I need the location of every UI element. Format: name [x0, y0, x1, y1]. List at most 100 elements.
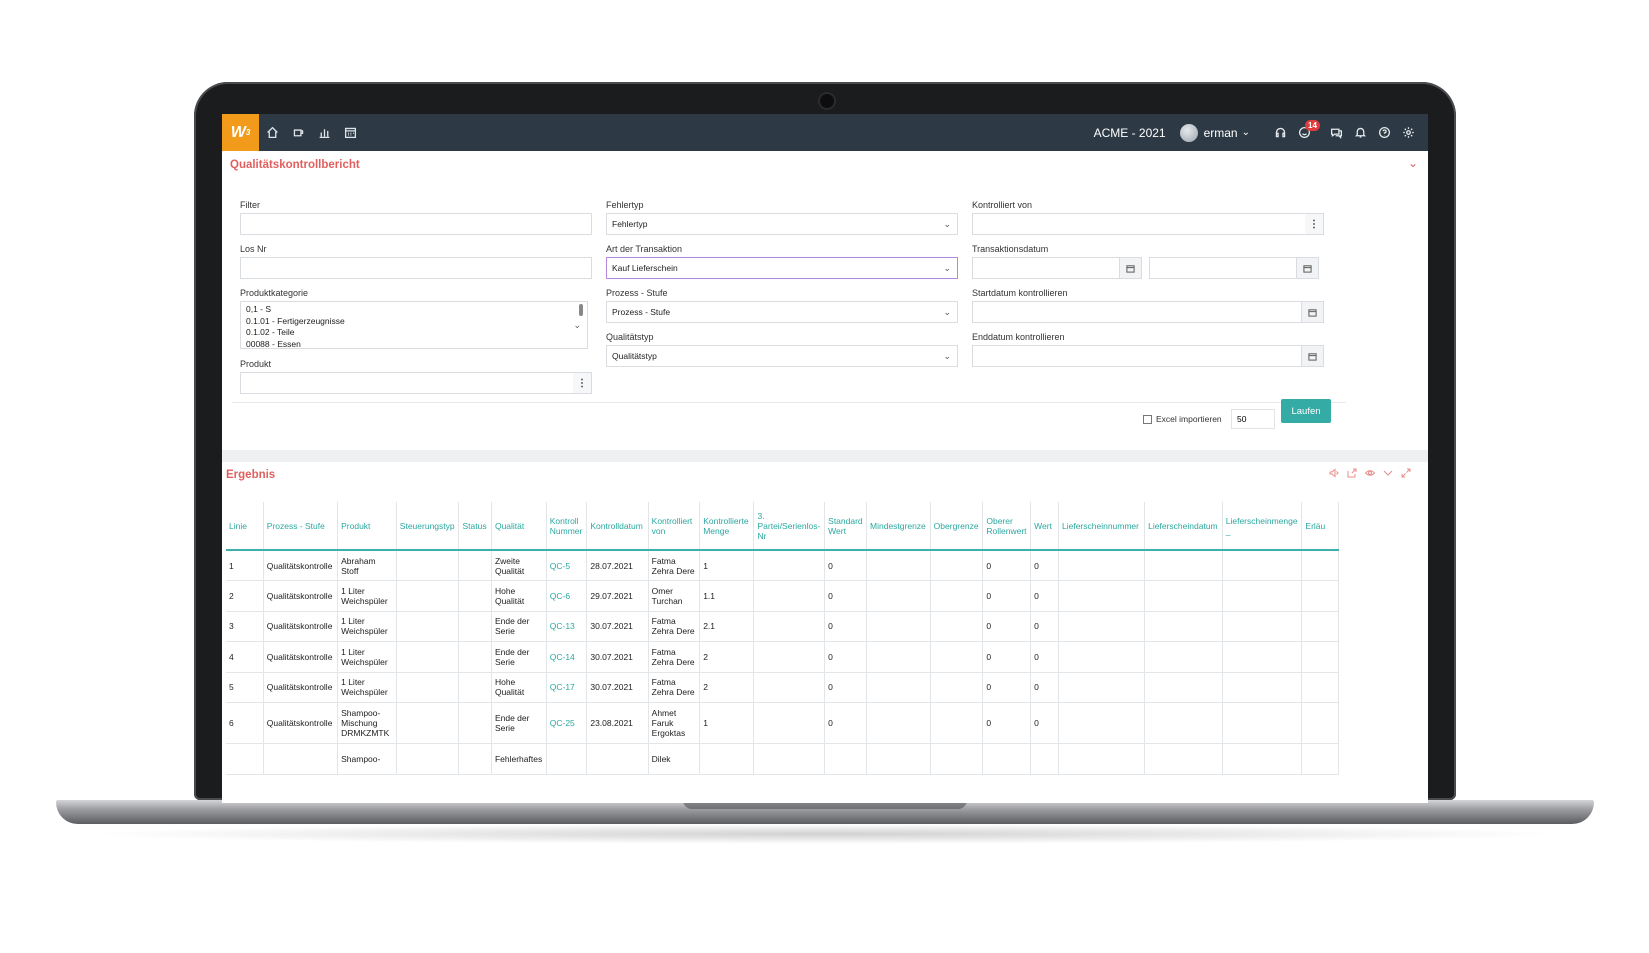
chat-icon[interactable]	[1324, 114, 1348, 151]
column-header[interactable]: Produkt	[337, 502, 397, 551]
collapse-icon[interactable]: ⌄	[1408, 156, 1418, 170]
user-menu[interactable]: erman	[1204, 126, 1238, 140]
expand-icon[interactable]	[1397, 468, 1415, 478]
los-nr-input[interactable]	[240, 257, 592, 279]
column-header[interactable]: 3. Partei/Serienlos-Nr	[753, 502, 826, 551]
excel-import-checkbox[interactable]: Excel importieren	[1143, 414, 1222, 424]
column-header[interactable]: Lieferscheinnummer	[1058, 502, 1146, 551]
calendar-icon[interactable]	[337, 114, 363, 151]
table-row[interactable]: 4 Qualitätskontrolle 1 Liter Weichspüler En…	[226, 641, 1339, 673]
column-header[interactable]: Mindestgrenze	[866, 502, 931, 551]
table-cell: 0	[982, 641, 1032, 673]
column-header[interactable]: Prozess - Stufe	[263, 502, 339, 551]
column-header[interactable]: Kontrolldatum	[586, 502, 649, 551]
startdatum-input[interactable]	[972, 301, 1324, 323]
company-selector[interactable]: ACME - 2021	[1094, 126, 1166, 140]
chevron-down-icon[interactable]: ⌄	[1242, 127, 1250, 138]
calendar-icon[interactable]	[1301, 346, 1323, 366]
speaker-icon[interactable]	[1325, 468, 1343, 478]
table-row[interactable]: Shampoo- Fehlerhaftes Dilek	[226, 743, 1339, 775]
control-number-link[interactable]	[546, 743, 588, 775]
list-item[interactable]: 0.1.02 - Teile	[246, 327, 582, 339]
art-der-transaktion-select[interactable]: Kauf Lieferschein ⌄	[606, 257, 958, 279]
produktkategorie-listbox[interactable]: 0,1 - S 0.1.01 - Fertigerzeugnisse 0.1.0…	[240, 301, 588, 349]
table-cell	[1222, 672, 1303, 703]
control-number-link[interactable]: QC-13	[546, 611, 588, 642]
result-table-wrapper[interactable]: Linie Prozess - Stufe Produkt Steuerungs…	[226, 502, 1339, 803]
calendar-icon[interactable]	[1296, 258, 1318, 278]
table-cell	[1222, 743, 1303, 775]
chevron-down-icon[interactable]	[1379, 468, 1397, 478]
more-options-icon[interactable]: ⋮	[1305, 214, 1323, 234]
avatar[interactable]	[1179, 123, 1198, 142]
table-row[interactable]: 5 Qualitätskontrolle 1 Liter Weichspüler Ho…	[226, 672, 1339, 703]
eye-icon[interactable]	[1361, 468, 1379, 478]
qualitaetstyp-select[interactable]: Qualitätstyp ⌄	[606, 345, 958, 367]
produkt-input[interactable]: ⋮	[240, 372, 592, 394]
column-header[interactable]: Steuerungstyp	[396, 502, 460, 551]
column-header[interactable]: Oberer Rollenwert	[982, 502, 1032, 551]
table-cell: 4	[226, 641, 264, 673]
transaktionsdatum-to[interactable]	[1149, 257, 1319, 279]
column-header[interactable]: Erläu	[1301, 502, 1339, 551]
export-icon[interactable]	[1343, 468, 1361, 478]
list-item[interactable]: 0,1 - S	[246, 304, 582, 316]
control-number-link[interactable]: QC-25	[546, 702, 588, 744]
kontrolliert-von-input[interactable]: ⋮	[972, 213, 1324, 235]
table-cell	[1144, 641, 1223, 673]
run-button[interactable]: Laufen	[1281, 399, 1331, 423]
table-cell: Hohe Qualität	[491, 672, 547, 703]
scrollbar[interactable]	[579, 304, 583, 316]
column-header[interactable]: Standard Wert	[824, 502, 868, 551]
table-row[interactable]: 1 Qualitätskontrolle Abraham Stoff Zweite Q…	[226, 550, 1339, 581]
control-number-link[interactable]: QC-5	[546, 550, 588, 581]
enddatum-input[interactable]	[972, 345, 1324, 367]
transaktionsdatum-from[interactable]	[972, 257, 1142, 279]
list-item[interactable]: 00088 - Essen	[246, 339, 582, 351]
column-header[interactable]: Status	[458, 502, 492, 551]
table-cell: Hohe Qualität	[491, 580, 547, 612]
table-cell: 0	[1030, 672, 1059, 703]
column-header[interactable]: Kontrolliert von	[648, 502, 701, 551]
control-number-link[interactable]: QC-14	[546, 641, 588, 673]
table-row[interactable]: 2 Qualitätskontrolle 1 Liter Weichspüler Ho…	[226, 580, 1339, 612]
coffee-icon[interactable]	[285, 114, 311, 151]
more-options-icon[interactable]: ⋮	[573, 373, 591, 393]
table-row[interactable]: 3 Qualitätskontrolle 1 Liter Weichspüler En…	[226, 611, 1339, 642]
gear-icon[interactable]	[1396, 114, 1420, 151]
row-count-input[interactable]: 50	[1231, 409, 1275, 429]
fehlertyp-select[interactable]: Fehlertyp ⌄	[606, 213, 958, 235]
filter-input[interactable]	[240, 213, 592, 235]
prozess-stufe-select[interactable]: Prozess - Stufe ⌄	[606, 301, 958, 323]
table-cell: Ende der Serie	[491, 611, 547, 642]
app-logo[interactable]: W3	[222, 114, 259, 151]
calendar-icon[interactable]	[1301, 302, 1323, 322]
control-number-link[interactable]: QC-17	[546, 672, 588, 703]
table-row[interactable]: 6 Qualitätskontrolle Shampoo-Mischung DRMK…	[226, 702, 1339, 744]
checkbox[interactable]	[1143, 414, 1152, 424]
table-cell	[753, 702, 826, 744]
smiley-icon[interactable]: 14	[1292, 114, 1320, 151]
column-header[interactable]: Wert	[1030, 502, 1059, 551]
column-header[interactable]: Obergrenze	[930, 502, 984, 551]
chevron-down-icon[interactable]: ⌄	[573, 320, 581, 332]
table-cell	[1144, 550, 1223, 581]
table-cell	[753, 550, 826, 581]
column-header[interactable]: Linie	[226, 502, 264, 551]
help-icon[interactable]	[1372, 114, 1396, 151]
column-header[interactable]: Lieferscheindatum	[1144, 502, 1223, 551]
bell-icon[interactable]	[1348, 114, 1372, 151]
calendar-icon[interactable]	[1119, 258, 1141, 278]
home-icon[interactable]	[259, 114, 285, 151]
bar-chart-icon[interactable]	[311, 114, 337, 151]
column-header[interactable]: Kontrollierte Menge	[699, 502, 755, 551]
headset-icon[interactable]	[1268, 114, 1292, 151]
list-item[interactable]: 0.1.01 - Fertigerzeugnisse	[246, 316, 582, 328]
table-cell: 28.07.2021	[586, 550, 649, 581]
column-header[interactable]: Qualität	[491, 502, 547, 551]
column-header[interactable]: Lieferscheinmenge _	[1222, 502, 1303, 551]
control-number-link[interactable]: QC-6	[546, 580, 588, 612]
column-header[interactable]: Kontroll Nummer	[546, 502, 588, 551]
table-cell: Shampoo-	[337, 743, 397, 775]
table-cell: 2	[226, 580, 264, 612]
